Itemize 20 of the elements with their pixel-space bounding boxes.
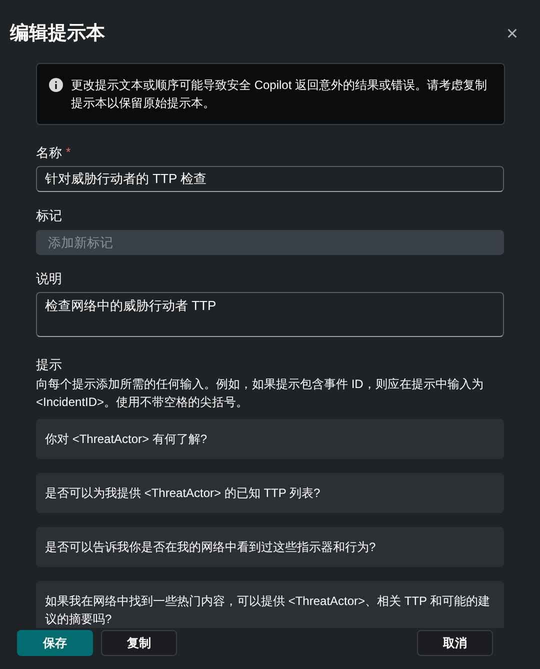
tag-field[interactable]: 添加新标记 [36,230,504,254]
prompt-card[interactable]: 你对 <ThreatActor> 有何了解? [36,418,504,458]
action-button[interactable]: 取消 [417,630,493,656]
section-label: 提示 [36,356,63,374]
field-label: 说明 [36,270,62,288]
dialog-title: 编辑提示本 [10,22,105,46]
prompts-hint: 向每个提示添加所需的任何输入。例如，如果提示包含事件 ID，则应在提示中输入为 <IncidentID>。使用不带空格的尖括号。 [36,376,484,410]
name-field[interactable]: 针对威胁行动者的 TTP 检查 [36,166,504,192]
close-button[interactable]: × [506,24,518,44]
required-mark: * [66,144,71,162]
notice-text: 更改提示文本或顺序可能导致安全 Copilot 返回意外的结果或错误。请考虑复制提示本以保留原始提示本。 [71,76,488,112]
field-label: 标记 [36,207,62,225]
prompt-card[interactable]: 如果我在网络中找到一些热门内容，可以提供 <ThreatActor>、相关 TTP 和可能的建议的摘要吗? [36,580,504,628]
save-button[interactable]: 保存 [17,630,93,656]
prompt-card[interactable]: 是否可以为我提供 <ThreatActor> 的已知 TTP 列表? [36,472,504,512]
prompt-card[interactable]: 是否可以告诉我你是否在我的网络中看到过这些指示器和行为? [36,526,504,566]
field-label: 名称 [36,144,62,162]
action-button[interactable]: 复制 [101,630,177,656]
description-field[interactable]: 检查网络中的威胁行动者 TTP [36,292,504,337]
info-icon [49,78,63,92]
